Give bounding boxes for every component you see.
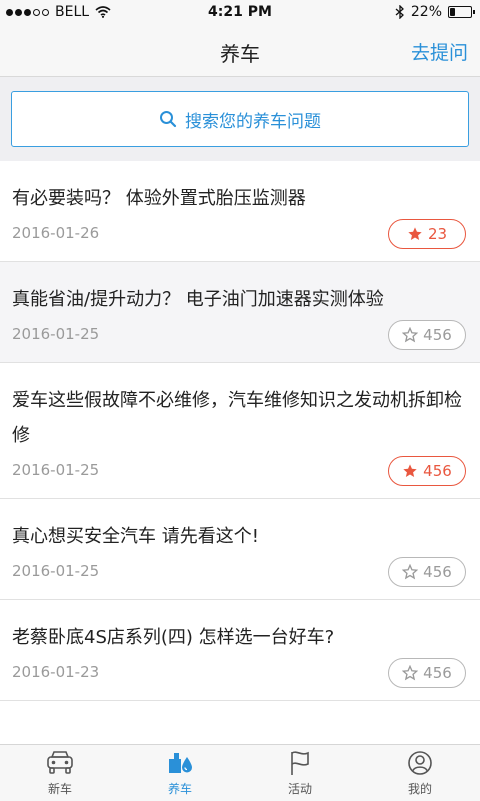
- tab-bar: 新车 养车 活动 我的: [0, 744, 480, 801]
- status-right: 22%: [395, 4, 475, 20]
- maintenance-icon: [169, 753, 192, 773]
- favorite-count: 23: [427, 225, 448, 243]
- article-title: 爱车这些假故障不必维修，汽车维修知识之发动机拆卸检修: [12, 390, 462, 446]
- ask-question-button[interactable]: 去提问: [411, 38, 468, 65]
- tab-label: 养车: [167, 782, 192, 796]
- article-title: 有必要装吗？ 体验外置式胎压监测器: [12, 188, 306, 209]
- star-icon: [408, 227, 422, 240]
- battery-percent: 22%: [410, 4, 442, 20]
- article-date: 2016-01-26: [12, 224, 100, 242]
- search-placeholder: 搜索您的养车问题: [185, 111, 321, 132]
- page-title: 养车: [220, 42, 260, 66]
- star-icon: [402, 665, 419, 681]
- list-item[interactable]: 真能省油/提升动力？ 电子油门加速器实测体验 2016-01-25 456: [0, 262, 480, 363]
- article-title: 真心想买安全汽车 请先看这个!: [12, 526, 259, 547]
- favorite-button[interactable]: 456: [388, 658, 466, 688]
- tab-label: 活动: [287, 782, 312, 796]
- article-date: 2016-01-25: [12, 325, 100, 343]
- status-bar: BELL 4:21 PM 22%: [0, 0, 480, 24]
- article-list: 有必要装吗？ 体验外置式胎压监测器 2016-01-26 23 真能省油/提升动…: [0, 161, 480, 701]
- search-input[interactable]: 搜索您的养车问题: [11, 91, 469, 147]
- favorite-count: 456: [423, 326, 452, 344]
- list-item[interactable]: 爱车这些假故障不必维修，汽车维修知识之发动机拆卸检修 2016-01-25 45…: [0, 363, 480, 499]
- tab-activity[interactable]: 活动: [240, 745, 360, 801]
- tab-maintenance[interactable]: 养车: [120, 745, 240, 801]
- favorite-count: 456: [423, 462, 452, 480]
- list-item[interactable]: 老蔡卧底4S店系列(四) 怎样选一台好车? 2016-01-23 456: [0, 600, 480, 701]
- article-title: 老蔡卧底4S店系列(四) 怎样选一台好车?: [12, 627, 335, 648]
- tab-label: 我的: [407, 782, 432, 796]
- article-date: 2016-01-25: [12, 461, 100, 479]
- favorite-count: 456: [423, 563, 452, 581]
- list-item[interactable]: 真心想买安全汽车 请先看这个! 2016-01-25 456: [0, 499, 480, 600]
- star-icon: [403, 464, 417, 477]
- favorite-button[interactable]: 456: [388, 557, 466, 587]
- search-area: 搜索您的养车问题: [0, 77, 480, 161]
- star-icon: [402, 327, 419, 343]
- favorite-button[interactable]: 23: [388, 219, 466, 249]
- car-icon: [47, 751, 73, 774]
- battery-fill: [450, 8, 455, 16]
- tab-label: 新车: [47, 782, 72, 796]
- flag-icon: [291, 751, 309, 775]
- article-title: 真能省油/提升动力？ 电子油门加速器实测体验: [12, 289, 384, 310]
- bluetooth-icon: [395, 5, 404, 19]
- search-icon: [160, 111, 177, 128]
- article-date: 2016-01-25: [12, 562, 100, 580]
- favorite-count: 456: [423, 664, 452, 682]
- list-item[interactable]: 有必要装吗？ 体验外置式胎压监测器 2016-01-26 23: [0, 161, 480, 262]
- battery-icon: [448, 6, 475, 18]
- star-icon: [402, 564, 419, 580]
- favorite-button[interactable]: 456: [388, 320, 466, 350]
- article-date: 2016-01-23: [12, 663, 100, 681]
- tab-profile[interactable]: 我的: [360, 745, 480, 801]
- tab-new-car[interactable]: 新车: [0, 745, 120, 801]
- profile-icon: [408, 751, 432, 775]
- favorite-button[interactable]: 456: [388, 456, 466, 486]
- navigation-bar: 养车 去提问: [0, 24, 480, 77]
